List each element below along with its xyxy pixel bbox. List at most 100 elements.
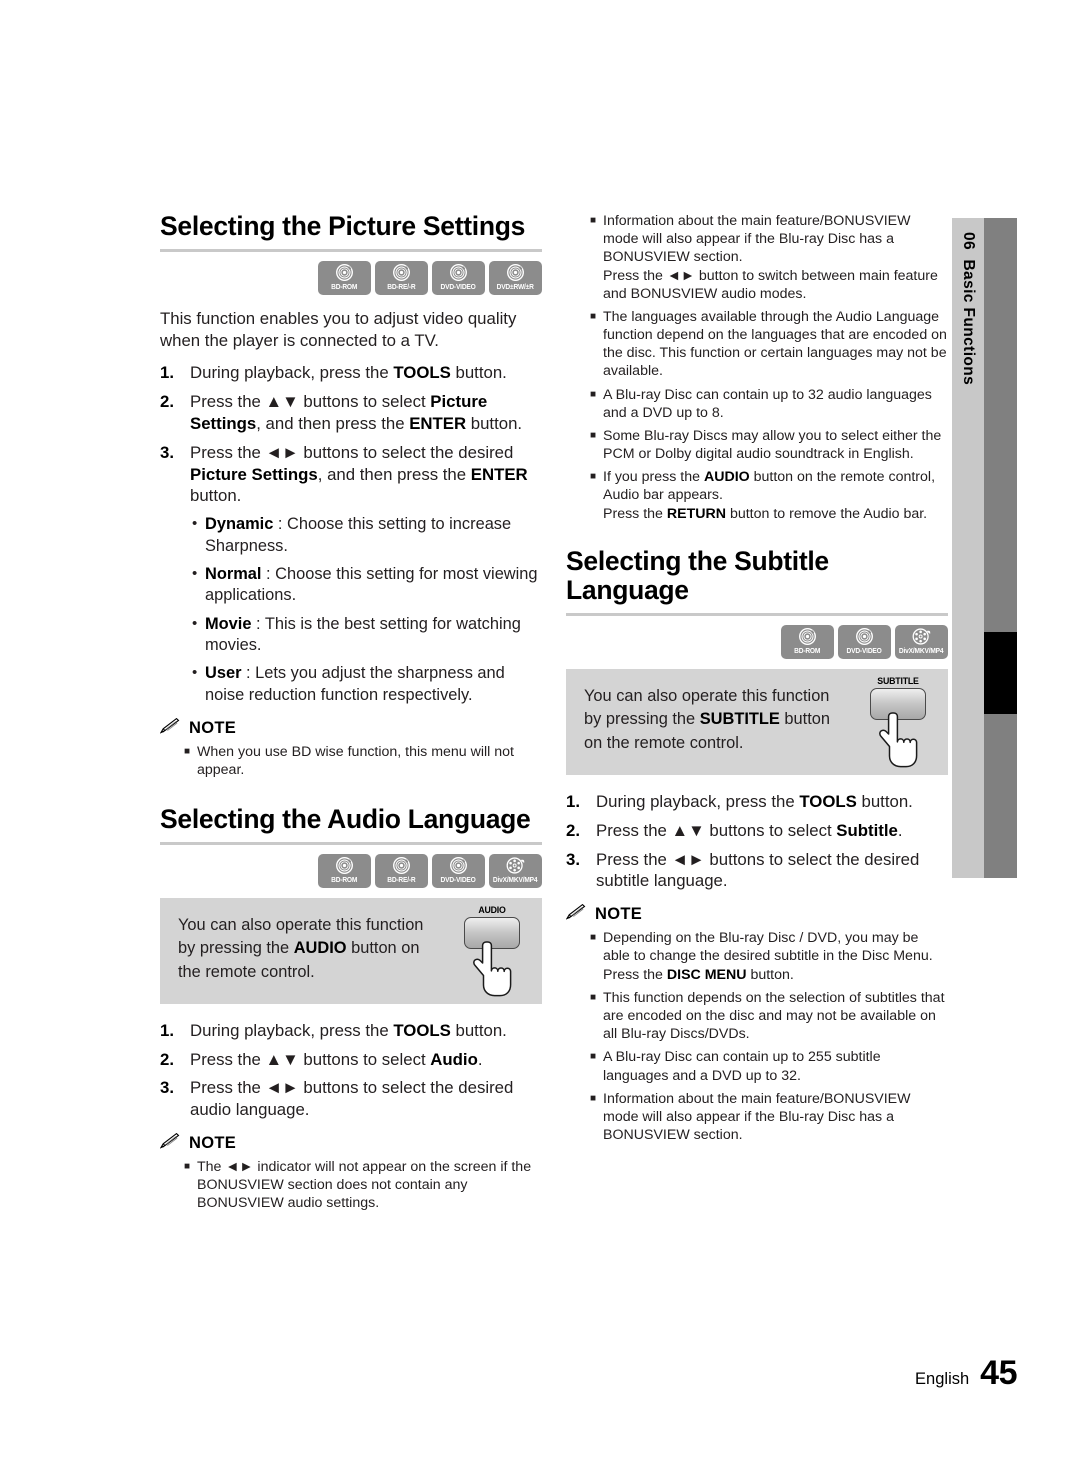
step-number: 2. [566, 820, 580, 840]
step-text: Press the ▲▼ buttons to select Audio. [190, 1049, 483, 1069]
option-text: Dynamic : Choose this setting to increas… [205, 515, 512, 555]
instruction-step: 1. During playback, press the TOOLS butto… [160, 1020, 542, 1042]
bullet-icon: • [192, 614, 198, 632]
square-bullet-icon: ■ [184, 1161, 191, 1173]
bullet-icon: • [192, 664, 198, 682]
instruction-step: 3. Press the ◄► buttons to select the des… [160, 1077, 542, 1121]
square-bullet-icon: ■ [590, 991, 597, 1003]
note-item: ■ Information about the main feature/BONU… [566, 212, 948, 303]
remote-key-label-subtitle: SUBTITLE [877, 676, 919, 687]
note-label-subtitle: NOTE [595, 905, 643, 924]
disc-type-label: DivX/MKV/MP4 [899, 646, 944, 656]
step-text: Press the ▲▼ buttons to select Subtitle. [596, 820, 903, 840]
page-footer: English 45 [915, 1354, 1017, 1393]
square-bullet-icon: ■ [590, 1051, 597, 1063]
remote-key-subtitle: SUBTITLE [862, 677, 934, 774]
remote-key-audio: AUDIO [456, 906, 528, 1003]
note-item: ■ A Blu-ray Disc can contain up to 32 aud… [566, 386, 948, 422]
steps-list-subtitle: 1. During playback, press the TOOLS butto… [566, 791, 948, 892]
note-text: The languages available through the Audi… [603, 308, 947, 380]
steps-list-picture: 1. During playback, press the TOOLS butto… [160, 362, 542, 507]
step-number: 3. [566, 849, 580, 869]
note-item: ■ If you press the AUDIO button on the re… [566, 468, 948, 523]
step-number: 1. [566, 791, 580, 811]
footer-language: English [915, 1370, 970, 1388]
tip-box-subtitle: You can also operate this function by pr… [566, 669, 948, 775]
bullet-icon: • [192, 515, 198, 533]
disc-type-label: DivX/MKV/MP4 [493, 874, 538, 884]
disc-type-label: BD-RE/-R [387, 874, 416, 884]
remote-key-label-audio: AUDIO [478, 904, 506, 915]
disc-type-icon: DVD-VIDEO [432, 853, 485, 888]
disc-icon-strip-audio: BD-ROM BD-RE/-R DVD-VIDEO DivX/MKV/MP4 [160, 853, 542, 888]
option-text: Normal : Choose this setting for most vi… [205, 564, 538, 605]
note-text: The ◄► indicator will not appear on the … [197, 1159, 532, 1212]
note-label-audio: NOTE [189, 1134, 237, 1153]
square-bullet-icon: ■ [590, 471, 597, 483]
page-title-subtitle: Selecting the Subtitle Language [566, 545, 829, 606]
pencil-icon [565, 904, 588, 925]
chapter-tab-dark [984, 218, 1017, 878]
square-bullet-icon: ■ [590, 215, 597, 226]
title-divider [160, 841, 542, 845]
footer-page-number: 45 [980, 1354, 1017, 1392]
page-title-picture: Selecting the Picture Settings [160, 211, 526, 241]
instruction-step: 2. Press the ▲▼ buttons to select Subtitl… [566, 820, 948, 842]
step-text: During playback, press the TOOLS button. [190, 363, 507, 383]
note-text: When you use BD wise function, this menu… [197, 743, 515, 779]
step-text: Press the ◄► buttons to select the desir… [190, 442, 528, 506]
disc-type-icon: DivX/MKV/MP4 [895, 625, 948, 660]
page-title-audio: Selecting the Audio Language [160, 804, 531, 835]
disc-type-label: BD-RE/-R [387, 281, 416, 291]
disc-type-label: DVD-VIDEO [440, 874, 477, 884]
square-bullet-icon: ■ [590, 310, 597, 322]
disc-type-icon: BD-ROM [781, 625, 834, 660]
note-list-picture: ■ When you use BD wise function, this men… [160, 743, 542, 779]
square-bullet-icon: ■ [184, 745, 191, 757]
step-number: 1. [160, 363, 174, 383]
instruction-step: 2. Press the ▲▼ buttons to select Picture… [160, 391, 542, 435]
note-text: If you press the AUDIO button on the rem… [603, 469, 936, 522]
step-number: 2. [160, 1049, 174, 1069]
title-divider [160, 248, 542, 252]
option-item: • Normal : Choose this setting for most v… [160, 564, 542, 607]
note-text: A Blu-ray Disc can contain up to 255 sub… [603, 1049, 881, 1084]
disc-type-icon: BD-ROM [318, 853, 371, 888]
note-text: Information about the main feature/BONUS… [603, 1090, 911, 1144]
note-item: ■ This function depends on the selection … [566, 989, 948, 1044]
disc-icon-strip-picture: BD-ROM BD-RE/-R DVD-VIDEO DVD±RW/±R [160, 260, 542, 295]
note-item: ■ A Blu-ray Disc can contain up to 255 su… [566, 1048, 948, 1084]
disc-type-icon: DivX/MKV/MP4 [489, 853, 542, 888]
instruction-step: 1. During playback, press the TOOLS butto… [566, 791, 948, 813]
instruction-step: 1. During playback, press the TOOLS butto… [160, 362, 542, 384]
note-item: ■ Information about the main feature/BONU… [566, 1090, 948, 1145]
note-header-audio: NOTE [159, 1133, 542, 1154]
disc-type-icon: DVD-VIDEO [838, 625, 891, 660]
square-bullet-icon: ■ [590, 932, 597, 944]
note-text: Some Blu-ray Discs may allow you to sele… [603, 427, 942, 463]
disc-type-label: BD-ROM [794, 646, 821, 656]
square-bullet-icon: ■ [590, 1092, 597, 1104]
title-divider [566, 613, 948, 617]
options-list-picture: • Dynamic : Choose this setting to increa… [160, 514, 542, 706]
disc-type-label: BD-ROM [331, 281, 358, 291]
instruction-step: 3. Press the ◄► buttons to select the des… [160, 442, 542, 507]
section-audio-language: Selecting the Audio Language BD-ROM BD-RE… [159, 804, 542, 1212]
note-text: Information about the main feature/BONUS… [603, 213, 938, 302]
square-bullet-icon: ■ [590, 388, 597, 400]
step-text: During playback, press the TOOLS button. [596, 791, 913, 811]
note-item: ■ The languages available through the Aud… [566, 308, 948, 381]
note-text: A Blu-ray Disc can contain up to 32 audi… [603, 386, 932, 421]
note-header-picture: NOTE [159, 717, 542, 739]
option-item: • User : Lets you adjust the sharpness an… [160, 663, 542, 706]
disc-type-icon: BD-RE/-R [375, 853, 428, 888]
pencil-icon [159, 1133, 182, 1154]
manual-page: Selecting the Picture Settings BD-ROM BD-… [0, 0, 1080, 1477]
step-number: 3. [160, 1078, 174, 1098]
step-number: 1. [160, 1020, 174, 1040]
disc-type-icon: DVD±RW/±R [489, 260, 542, 295]
option-text: User : Lets you adjust the sharpness and… [205, 664, 505, 704]
option-item: • Movie : This is the best setting for wa… [160, 614, 542, 657]
bullet-icon: • [192, 564, 198, 582]
instruction-step: 3. Press the ◄► buttons to select the des… [566, 849, 948, 893]
